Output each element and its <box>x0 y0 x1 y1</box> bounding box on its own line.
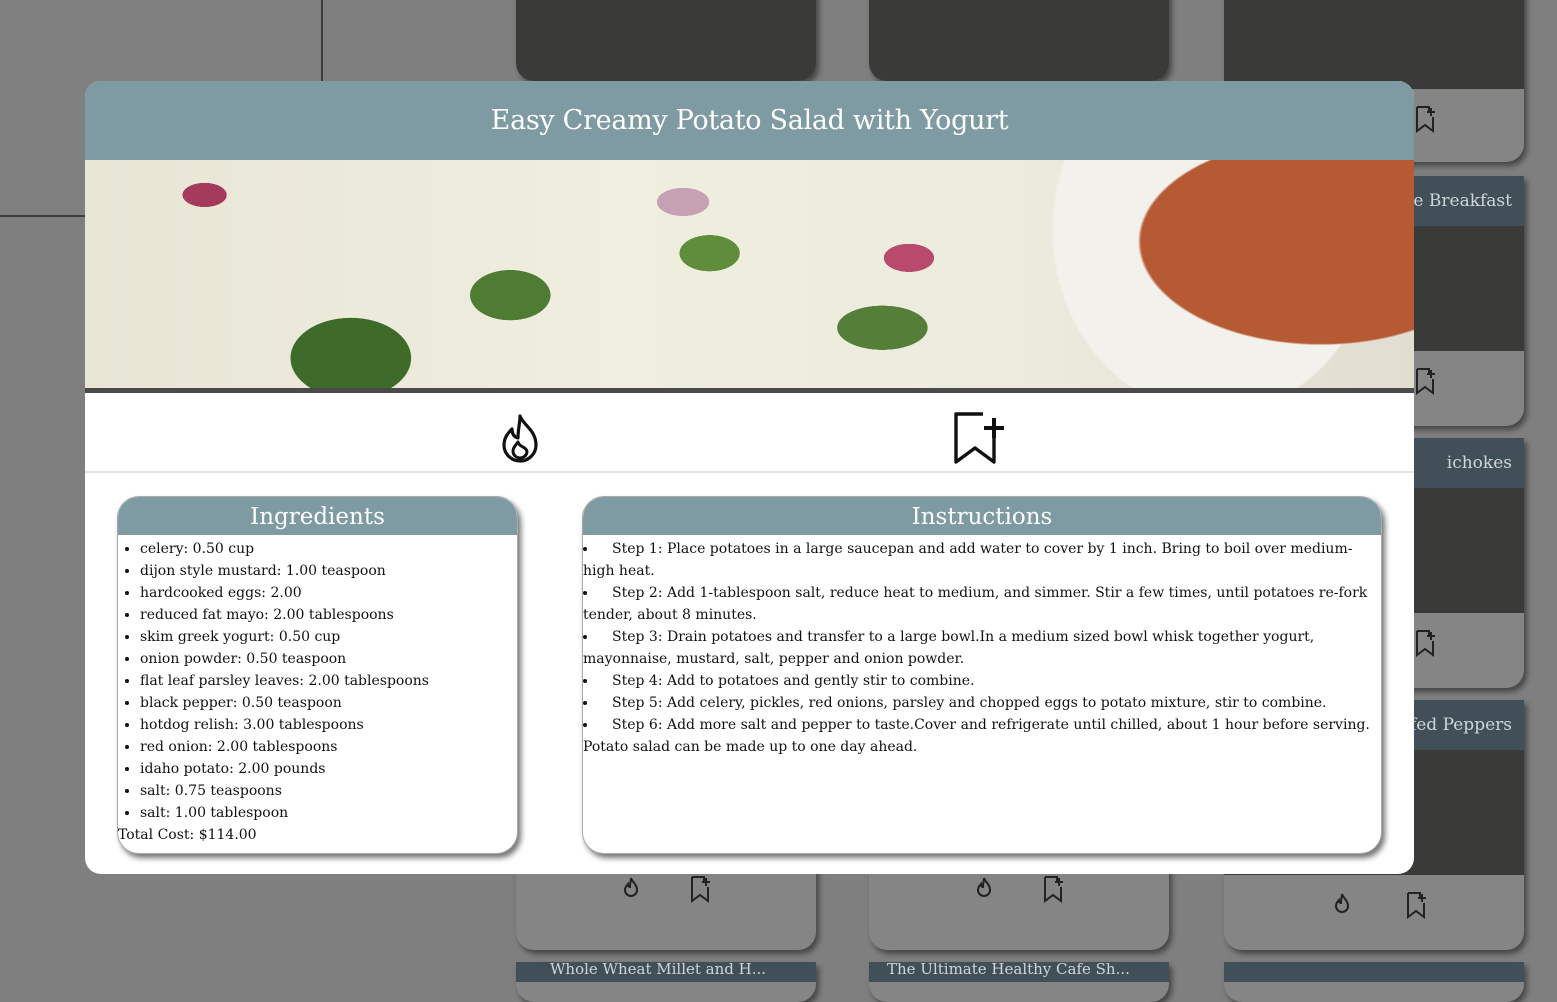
instruction-step: Step 6: Add more salt and pepper to tast… <box>583 714 1381 758</box>
ingredient-item: hardcooked eggs: 2.00 <box>140 582 517 604</box>
instruction-step: Step 2: Add 1-tablespoon salt, reduce he… <box>583 582 1381 626</box>
instructions-body: Step 1: Place potatoes in a large saucep… <box>583 535 1381 758</box>
recipe-card[interactable]: The Ultimate Healthy Cafe Sh... <box>869 962 1169 1002</box>
recipe-modal: Easy Creamy Potato Salad with Yogurt Ing… <box>85 81 1414 874</box>
ingredients-panel: Ingredients celery: 0.50 cup dijon style… <box>117 496 518 854</box>
recipe-card-title: Whole Wheat Millet and H... <box>516 962 816 982</box>
bookmark-add-icon[interactable] <box>689 875 713 903</box>
instructions-heading: Instructions <box>583 497 1381 535</box>
modal-title: Easy Creamy Potato Salad with Yogurt <box>490 105 1009 136</box>
instruction-step: Step 4: Add to potatoes and gently stir … <box>583 670 1381 692</box>
instruction-step-text: Step 5: Add celery, pickles, red onions,… <box>612 695 1327 711</box>
ingredient-item: idaho potato: 2.00 pounds <box>140 758 517 780</box>
recipe-card[interactable] <box>1224 962 1524 1002</box>
bookmark-add-icon[interactable] <box>1414 367 1438 395</box>
ingredient-item: reduced fat mayo: 2.00 tablespoons <box>140 604 517 626</box>
ingredient-item: skim greek yogurt: 0.50 cup <box>140 626 517 648</box>
recipe-card-image <box>516 0 816 81</box>
fire-icon[interactable] <box>619 875 643 903</box>
instruction-step-text: Step 6: Add more salt and pepper to tast… <box>583 717 1370 755</box>
fire-icon[interactable] <box>494 412 546 464</box>
bookmark-add-icon[interactable] <box>953 412 1005 464</box>
recipe-card-image <box>869 0 1169 81</box>
instruction-step: Step 5: Add celery, pickles, red onions,… <box>583 692 1381 714</box>
instruction-step: Step 1: Place potatoes in a large saucep… <box>583 538 1381 582</box>
instruction-step-text: Step 3: Drain potatoes and transfer to a… <box>583 629 1315 667</box>
ingredients-heading: Ingredients <box>118 497 517 535</box>
total-cost: Total Cost: $114.00 <box>118 827 257 843</box>
ingredient-item: salt: 1.00 tablespoon <box>140 802 517 824</box>
ingredients-body: celery: 0.50 cup dijon style mustard: 1.… <box>118 535 517 846</box>
recipe-card-image <box>1224 0 1524 89</box>
ingredient-item: salt: 0.75 teaspoons <box>140 780 517 802</box>
ingredient-item: celery: 0.50 cup <box>140 538 517 560</box>
fire-icon[interactable] <box>972 875 996 903</box>
recipe-card[interactable]: Whole Wheat Millet and H... <box>516 962 816 1002</box>
action-bar <box>85 393 1414 473</box>
bookmark-add-icon[interactable] <box>1405 891 1429 919</box>
instruction-step-text: Step 4: Add to potatoes and gently stir … <box>612 673 975 689</box>
instruction-step-text: Step 1: Place potatoes in a large saucep… <box>583 541 1353 579</box>
ingredient-item: black pepper: 0.50 teaspoon <box>140 692 517 714</box>
recipe-card[interactable] <box>516 0 816 81</box>
recipe-card-title <box>1224 962 1524 982</box>
modal-header: Easy Creamy Potato Salad with Yogurt <box>85 81 1414 160</box>
bookmark-add-icon[interactable] <box>1414 629 1438 657</box>
recipe-hero-image <box>85 160 1414 393</box>
ingredient-item: hotdog relish: 3.00 tablespoons <box>140 714 517 736</box>
ingredient-item: red onion: 2.00 tablespoons <box>140 736 517 758</box>
bookmark-add-icon[interactable] <box>1414 105 1438 133</box>
instruction-step-text: Step 2: Add 1-tablespoon salt, reduce he… <box>583 585 1368 623</box>
instructions-list: Step 1: Place potatoes in a large saucep… <box>583 538 1381 758</box>
instructions-panel: Instructions Step 1: Place potatoes in a… <box>582 496 1382 854</box>
instruction-step: Step 3: Drain potatoes and transfer to a… <box>583 626 1381 670</box>
ingredient-item: flat leaf parsley leaves: 2.00 tablespoo… <box>140 670 517 692</box>
ingredient-item: dijon style mustard: 1.00 teaspoon <box>140 560 517 582</box>
ingredients-list: celery: 0.50 cup dijon style mustard: 1.… <box>118 538 517 824</box>
recipe-card-title: The Ultimate Healthy Cafe Sh... <box>869 962 1169 982</box>
fire-icon[interactable] <box>1330 891 1354 919</box>
bookmark-add-icon[interactable] <box>1042 875 1066 903</box>
ingredient-item: onion powder: 0.50 teaspoon <box>140 648 517 670</box>
recipe-card[interactable] <box>869 0 1169 81</box>
